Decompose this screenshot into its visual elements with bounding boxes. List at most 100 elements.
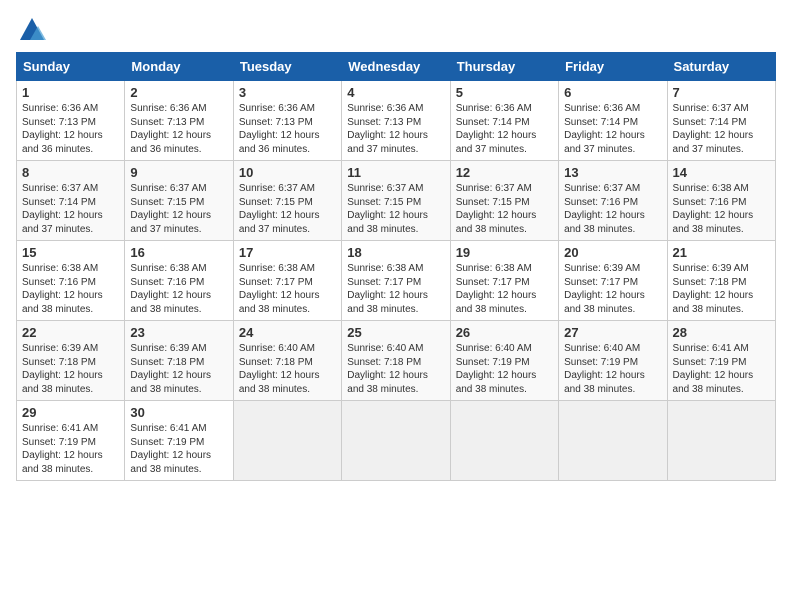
day-cell	[667, 401, 775, 481]
day-info: Sunrise: 6:40 AMSunset: 7:18 PMDaylight:…	[239, 343, 320, 395]
day-info: Sunrise: 6:36 AMSunset: 7:13 PMDaylight:…	[347, 103, 428, 155]
week-row-2: 8 Sunrise: 6:37 AMSunset: 7:14 PMDayligh…	[17, 161, 776, 241]
day-cell: 19 Sunrise: 6:38 AMSunset: 7:17 PMDaylig…	[450, 241, 558, 321]
day-info: Sunrise: 6:38 AMSunset: 7:17 PMDaylight:…	[456, 263, 537, 315]
day-number: 17	[239, 245, 336, 260]
day-number: 6	[564, 85, 661, 100]
day-info: Sunrise: 6:41 AMSunset: 7:19 PMDaylight:…	[673, 343, 754, 395]
day-number: 16	[130, 245, 227, 260]
day-number: 3	[239, 85, 336, 100]
header-monday: Monday	[125, 53, 233, 81]
day-info: Sunrise: 6:36 AMSunset: 7:14 PMDaylight:…	[456, 103, 537, 155]
header-tuesday: Tuesday	[233, 53, 341, 81]
day-info: Sunrise: 6:40 AMSunset: 7:19 PMDaylight:…	[456, 343, 537, 395]
day-cell: 14 Sunrise: 6:38 AMSunset: 7:16 PMDaylig…	[667, 161, 775, 241]
day-number: 13	[564, 165, 661, 180]
day-info: Sunrise: 6:40 AMSunset: 7:19 PMDaylight:…	[564, 343, 645, 395]
day-cell: 22 Sunrise: 6:39 AMSunset: 7:18 PMDaylig…	[17, 321, 125, 401]
day-cell	[559, 401, 667, 481]
day-cell: 12 Sunrise: 6:37 AMSunset: 7:15 PMDaylig…	[450, 161, 558, 241]
day-info: Sunrise: 6:36 AMSunset: 7:14 PMDaylight:…	[564, 103, 645, 155]
day-cell: 30 Sunrise: 6:41 AMSunset: 7:19 PMDaylig…	[125, 401, 233, 481]
day-info: Sunrise: 6:38 AMSunset: 7:17 PMDaylight:…	[239, 263, 320, 315]
week-row-5: 29 Sunrise: 6:41 AMSunset: 7:19 PMDaylig…	[17, 401, 776, 481]
header-saturday: Saturday	[667, 53, 775, 81]
day-info: Sunrise: 6:38 AMSunset: 7:16 PMDaylight:…	[22, 263, 103, 315]
day-number: 9	[130, 165, 227, 180]
day-number: 25	[347, 325, 444, 340]
day-cell	[233, 401, 341, 481]
day-cell: 15 Sunrise: 6:38 AMSunset: 7:16 PMDaylig…	[17, 241, 125, 321]
header-sunday: Sunday	[17, 53, 125, 81]
header-wednesday: Wednesday	[342, 53, 450, 81]
day-number: 20	[564, 245, 661, 260]
day-cell	[342, 401, 450, 481]
day-number: 27	[564, 325, 661, 340]
day-info: Sunrise: 6:36 AMSunset: 7:13 PMDaylight:…	[239, 103, 320, 155]
day-number: 2	[130, 85, 227, 100]
day-cell: 23 Sunrise: 6:39 AMSunset: 7:18 PMDaylig…	[125, 321, 233, 401]
day-info: Sunrise: 6:37 AMSunset: 7:16 PMDaylight:…	[564, 183, 645, 235]
day-info: Sunrise: 6:36 AMSunset: 7:13 PMDaylight:…	[22, 103, 103, 155]
day-cell: 28 Sunrise: 6:41 AMSunset: 7:19 PMDaylig…	[667, 321, 775, 401]
day-number: 24	[239, 325, 336, 340]
day-info: Sunrise: 6:41 AMSunset: 7:19 PMDaylight:…	[22, 423, 103, 475]
day-info: Sunrise: 6:41 AMSunset: 7:19 PMDaylight:…	[130, 423, 211, 475]
day-info: Sunrise: 6:39 AMSunset: 7:18 PMDaylight:…	[130, 343, 211, 395]
day-number: 10	[239, 165, 336, 180]
day-number: 18	[347, 245, 444, 260]
day-number: 11	[347, 165, 444, 180]
week-row-3: 15 Sunrise: 6:38 AMSunset: 7:16 PMDaylig…	[17, 241, 776, 321]
day-cell: 25 Sunrise: 6:40 AMSunset: 7:18 PMDaylig…	[342, 321, 450, 401]
day-info: Sunrise: 6:37 AMSunset: 7:15 PMDaylight:…	[456, 183, 537, 235]
day-info: Sunrise: 6:37 AMSunset: 7:15 PMDaylight:…	[347, 183, 428, 235]
day-cell: 29 Sunrise: 6:41 AMSunset: 7:19 PMDaylig…	[17, 401, 125, 481]
day-cell: 11 Sunrise: 6:37 AMSunset: 7:15 PMDaylig…	[342, 161, 450, 241]
day-cell	[450, 401, 558, 481]
day-number: 4	[347, 85, 444, 100]
day-number: 21	[673, 245, 770, 260]
day-cell: 9 Sunrise: 6:37 AMSunset: 7:15 PMDayligh…	[125, 161, 233, 241]
day-cell: 24 Sunrise: 6:40 AMSunset: 7:18 PMDaylig…	[233, 321, 341, 401]
day-cell: 13 Sunrise: 6:37 AMSunset: 7:16 PMDaylig…	[559, 161, 667, 241]
logo	[16, 16, 46, 44]
day-cell: 8 Sunrise: 6:37 AMSunset: 7:14 PMDayligh…	[17, 161, 125, 241]
day-info: Sunrise: 6:37 AMSunset: 7:15 PMDaylight:…	[130, 183, 211, 235]
day-info: Sunrise: 6:38 AMSunset: 7:17 PMDaylight:…	[347, 263, 428, 315]
day-cell: 3 Sunrise: 6:36 AMSunset: 7:13 PMDayligh…	[233, 81, 341, 161]
day-cell: 17 Sunrise: 6:38 AMSunset: 7:17 PMDaylig…	[233, 241, 341, 321]
day-number: 19	[456, 245, 553, 260]
day-number: 30	[130, 405, 227, 420]
day-info: Sunrise: 6:39 AMSunset: 7:18 PMDaylight:…	[22, 343, 103, 395]
day-info: Sunrise: 6:38 AMSunset: 7:16 PMDaylight:…	[673, 183, 754, 235]
day-cell: 5 Sunrise: 6:36 AMSunset: 7:14 PMDayligh…	[450, 81, 558, 161]
day-number: 12	[456, 165, 553, 180]
day-number: 7	[673, 85, 770, 100]
day-cell: 7 Sunrise: 6:37 AMSunset: 7:14 PMDayligh…	[667, 81, 775, 161]
day-cell: 2 Sunrise: 6:36 AMSunset: 7:13 PMDayligh…	[125, 81, 233, 161]
logo-icon	[18, 16, 46, 44]
day-number: 22	[22, 325, 119, 340]
calendar-table: SundayMondayTuesdayWednesdayThursdayFrid…	[16, 52, 776, 481]
day-info: Sunrise: 6:38 AMSunset: 7:16 PMDaylight:…	[130, 263, 211, 315]
day-cell: 4 Sunrise: 6:36 AMSunset: 7:13 PMDayligh…	[342, 81, 450, 161]
calendar-header	[16, 16, 776, 44]
day-cell: 26 Sunrise: 6:40 AMSunset: 7:19 PMDaylig…	[450, 321, 558, 401]
day-info: Sunrise: 6:37 AMSunset: 7:14 PMDaylight:…	[22, 183, 103, 235]
day-number: 28	[673, 325, 770, 340]
day-info: Sunrise: 6:39 AMSunset: 7:18 PMDaylight:…	[673, 263, 754, 315]
header-row: SundayMondayTuesdayWednesdayThursdayFrid…	[17, 53, 776, 81]
day-info: Sunrise: 6:37 AMSunset: 7:14 PMDaylight:…	[673, 103, 754, 155]
day-cell: 1 Sunrise: 6:36 AMSunset: 7:13 PMDayligh…	[17, 81, 125, 161]
day-number: 8	[22, 165, 119, 180]
day-cell: 10 Sunrise: 6:37 AMSunset: 7:15 PMDaylig…	[233, 161, 341, 241]
day-cell: 21 Sunrise: 6:39 AMSunset: 7:18 PMDaylig…	[667, 241, 775, 321]
day-number: 26	[456, 325, 553, 340]
day-info: Sunrise: 6:39 AMSunset: 7:17 PMDaylight:…	[564, 263, 645, 315]
day-number: 1	[22, 85, 119, 100]
header-friday: Friday	[559, 53, 667, 81]
header-thursday: Thursday	[450, 53, 558, 81]
day-number: 14	[673, 165, 770, 180]
day-cell: 27 Sunrise: 6:40 AMSunset: 7:19 PMDaylig…	[559, 321, 667, 401]
day-cell: 6 Sunrise: 6:36 AMSunset: 7:14 PMDayligh…	[559, 81, 667, 161]
